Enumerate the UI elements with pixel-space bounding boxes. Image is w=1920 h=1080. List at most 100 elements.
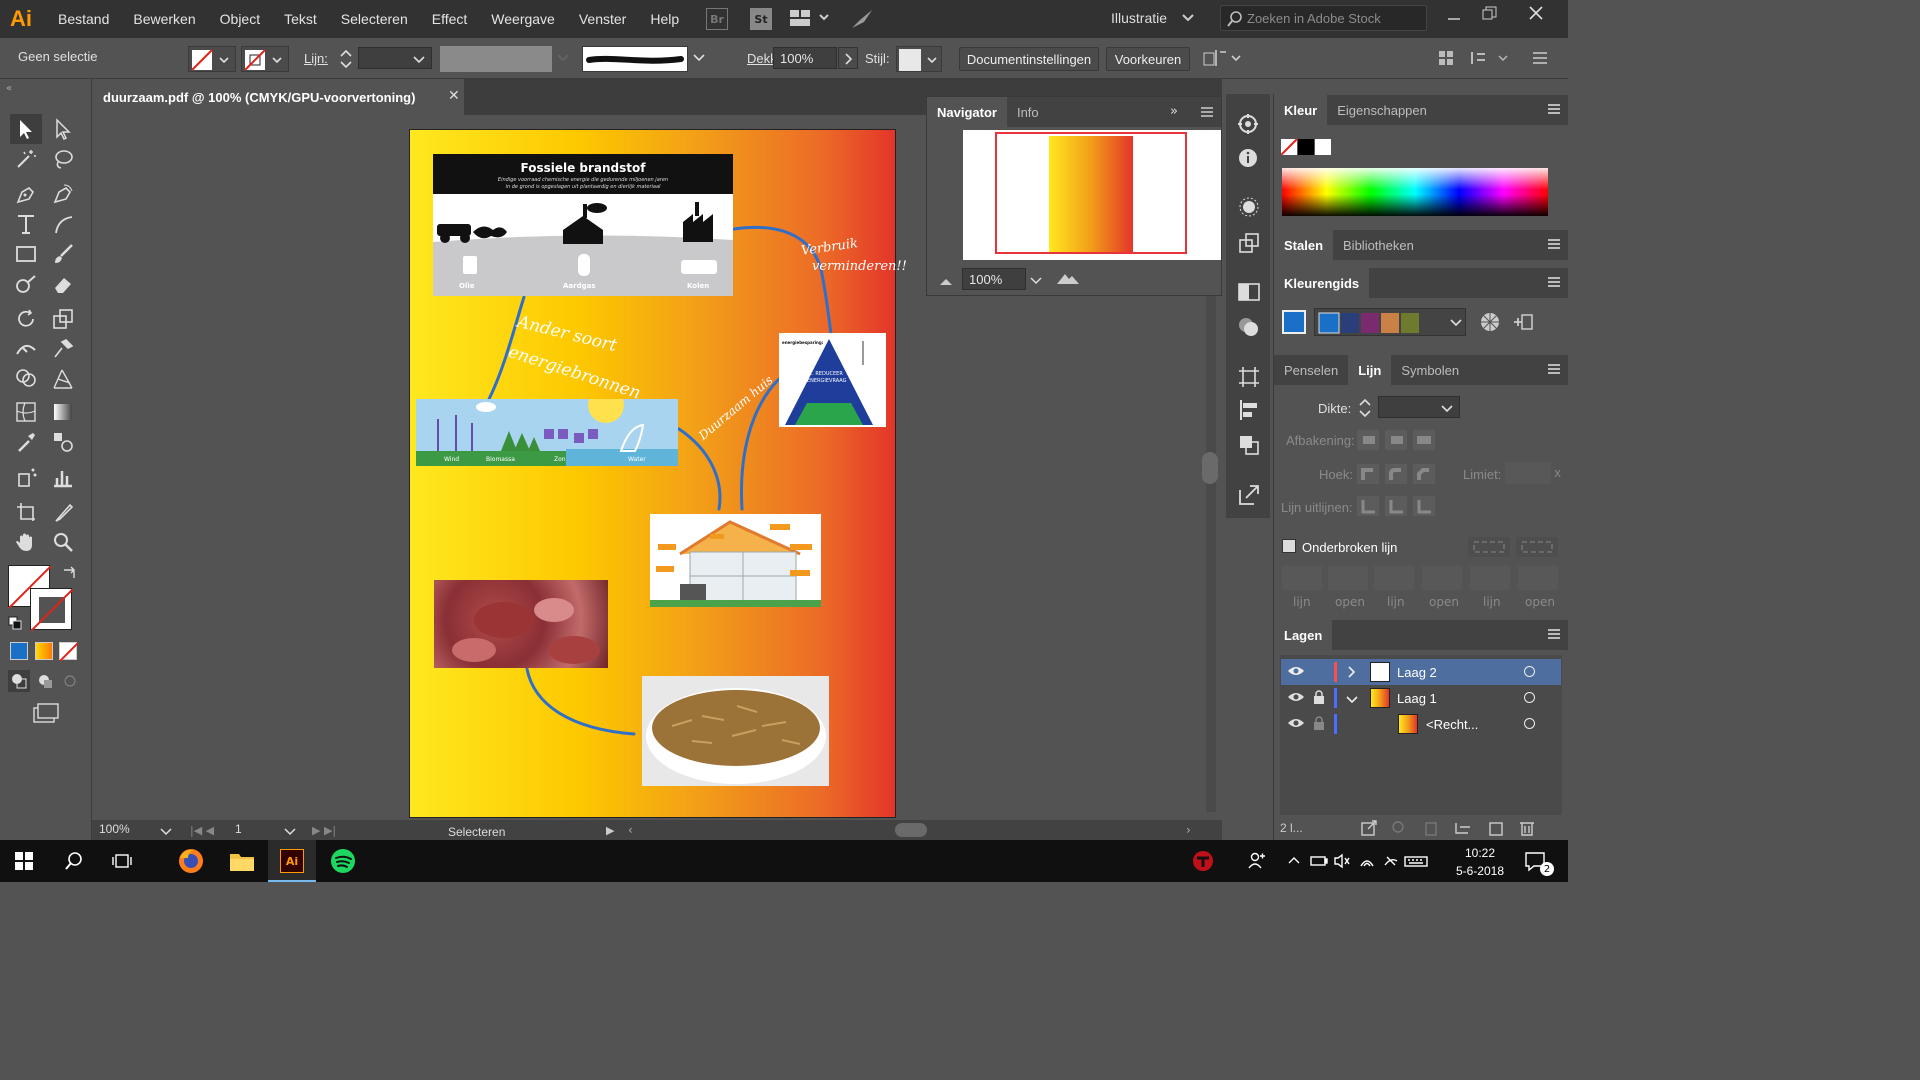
kleurengids-menu-icon[interactable] bbox=[1548, 277, 1560, 287]
tab-lijn[interactable]: Lijn bbox=[1348, 355, 1392, 385]
brightness-icon[interactable] bbox=[1238, 196, 1260, 222]
file-explorer-icon[interactable] bbox=[229, 850, 255, 876]
search-icon[interactable] bbox=[64, 851, 84, 875]
lagen-menu-icon[interactable] bbox=[1548, 629, 1560, 639]
menu-help[interactable]: Help bbox=[638, 11, 691, 27]
save-color-group-icon[interactable] bbox=[1512, 312, 1534, 336]
collapse-chevron-icon[interactable] bbox=[1345, 693, 1359, 708]
tab-navigator[interactable]: Navigator bbox=[927, 97, 1007, 127]
variable-width-profile[interactable] bbox=[440, 46, 552, 72]
dashed-line-checkbox[interactable] bbox=[1282, 539, 1296, 553]
none-mode-button[interactable] bbox=[59, 642, 79, 662]
spotify-icon[interactable] bbox=[330, 848, 356, 878]
navigator-zoom-chevron[interactable] bbox=[1030, 275, 1042, 290]
workspace-switcher[interactable]: Illustratie bbox=[1111, 10, 1167, 26]
style-dropdown[interactable] bbox=[896, 46, 942, 72]
layer-name[interactable]: Laag 2 bbox=[1397, 665, 1437, 680]
zoom-in-icon[interactable] bbox=[1057, 272, 1079, 288]
visibility-eye-icon[interactable] bbox=[1287, 690, 1305, 707]
screen-mode-icon[interactable] bbox=[32, 702, 60, 728]
tab-stalen[interactable]: Stalen bbox=[1274, 230, 1334, 260]
align-stroke-buttons[interactable] bbox=[1357, 496, 1437, 522]
visibility-eye-icon[interactable] bbox=[1287, 664, 1305, 681]
harmony-rules-dropdown[interactable] bbox=[1314, 308, 1466, 336]
slice-tool-icon[interactable] bbox=[48, 498, 78, 526]
color-mode-button[interactable] bbox=[10, 642, 28, 660]
magic-wand-tool-icon[interactable] bbox=[11, 145, 41, 173]
menu-effect[interactable]: Effect bbox=[420, 11, 480, 27]
navigator-menu-icon[interactable] bbox=[1200, 106, 1214, 122]
stroke-weight-stepper[interactable] bbox=[338, 46, 354, 76]
last-artboard-icon[interactable]: ▶ ▶| bbox=[312, 824, 336, 837]
vertical-scroll-thumb[interactable] bbox=[1202, 452, 1218, 484]
artboards-icon[interactable] bbox=[1238, 366, 1260, 392]
target-circle-icon[interactable] bbox=[1524, 718, 1535, 729]
align-icon[interactable] bbox=[1238, 399, 1260, 425]
preferences-button[interactable]: Voorkeuren bbox=[1106, 47, 1190, 71]
lasso-tool-icon[interactable] bbox=[48, 145, 78, 173]
info-icon[interactable] bbox=[1238, 148, 1258, 172]
corner-buttons[interactable] bbox=[1357, 464, 1437, 490]
arrange-documents-icon[interactable] bbox=[790, 10, 829, 26]
layer-row-laag2[interactable]: Laag 2 bbox=[1281, 659, 1561, 685]
stroke-dropdown[interactable] bbox=[241, 46, 289, 72]
zoom-level-field[interactable]: 100% bbox=[95, 822, 155, 839]
expand-chevron-icon[interactable] bbox=[1347, 665, 1357, 682]
menu-weergave[interactable]: Weergave bbox=[479, 11, 567, 27]
tab-eigenschappen[interactable]: Eigenschappen bbox=[1327, 95, 1437, 125]
layer-row-laag1[interactable]: Laag 1 bbox=[1281, 685, 1561, 711]
object-name[interactable]: <Recht... bbox=[1426, 717, 1478, 732]
zoom-chevron-icon[interactable] bbox=[160, 826, 172, 841]
chevron-down-icon[interactable] bbox=[1182, 12, 1194, 27]
curvature-tool-icon[interactable] bbox=[48, 180, 78, 208]
tab-kleur[interactable]: Kleur bbox=[1274, 95, 1328, 125]
navigator-view-box[interactable] bbox=[995, 132, 1187, 254]
people-icon[interactable] bbox=[1248, 852, 1266, 874]
artboard-tool-icon[interactable] bbox=[11, 498, 41, 526]
close-window-icon[interactable] bbox=[1528, 5, 1544, 25]
dikte-stepper[interactable] bbox=[1357, 395, 1373, 425]
export-icon[interactable] bbox=[1238, 484, 1260, 510]
control-menu-icon[interactable] bbox=[1532, 51, 1548, 69]
rectangle-tool-icon[interactable] bbox=[11, 240, 41, 268]
dash-fields[interactable] bbox=[1282, 566, 1562, 596]
tray-icons[interactable] bbox=[1287, 853, 1447, 873]
menu-tekst[interactable]: Tekst bbox=[272, 11, 329, 27]
lijn-menu-icon[interactable] bbox=[1548, 364, 1560, 374]
scroll-left-icon[interactable]: ‹ bbox=[628, 823, 633, 837]
minimize-icon[interactable] bbox=[1447, 10, 1461, 28]
blend-tool-icon[interactable] bbox=[48, 428, 78, 456]
kleur-menu-icon[interactable] bbox=[1548, 104, 1560, 114]
brush-definition[interactable] bbox=[582, 46, 688, 72]
navigator-zoom-field[interactable]: 100% bbox=[962, 268, 1026, 290]
transform-panel-icon[interactable] bbox=[1437, 48, 1517, 72]
menu-selecteren[interactable]: Selecteren bbox=[329, 11, 420, 27]
opacity-arrow-button[interactable] bbox=[838, 47, 858, 69]
renewable-energy-image[interactable]: Wind Biomassa Zon Water bbox=[416, 399, 678, 466]
eyedropper-tool-icon[interactable] bbox=[11, 428, 41, 456]
first-artboard-icon[interactable]: |◀ ◀ bbox=[190, 824, 214, 837]
limiet-field[interactable] bbox=[1505, 462, 1551, 484]
draw-normal-icon[interactable] bbox=[8, 670, 78, 696]
cap-buttons[interactable] bbox=[1357, 430, 1437, 456]
clock-time[interactable]: 10:22 bbox=[1452, 846, 1508, 860]
graphic-styles-icon[interactable] bbox=[1237, 316, 1261, 342]
layers-footer-icons[interactable] bbox=[1360, 819, 1540, 841]
gradient-mode-button[interactable] bbox=[35, 642, 53, 660]
target-circle-icon[interactable] bbox=[1524, 692, 1535, 703]
restore-icon[interactable] bbox=[1482, 6, 1498, 26]
menu-bestand[interactable]: Bestand bbox=[46, 11, 121, 27]
stroke-swatch[interactable] bbox=[30, 588, 74, 632]
line-segment-tool-icon[interactable] bbox=[48, 210, 78, 238]
opacity-field[interactable]: 100% bbox=[773, 47, 837, 69]
swap-fill-stroke-icon[interactable] bbox=[62, 566, 76, 584]
zoom-tool-icon[interactable] bbox=[48, 528, 78, 556]
type-tool-icon[interactable] bbox=[11, 210, 41, 238]
pen-tool-icon[interactable] bbox=[11, 180, 41, 208]
lock-icon[interactable] bbox=[1313, 690, 1325, 707]
shape-builder-tool-icon[interactable] bbox=[11, 365, 41, 393]
gradient-tool-icon[interactable] bbox=[48, 398, 78, 426]
tab-lagen[interactable]: Lagen bbox=[1274, 620, 1333, 650]
color-spectrum[interactable] bbox=[1282, 168, 1548, 216]
status-menu-icon[interactable]: ▶ bbox=[606, 824, 614, 837]
